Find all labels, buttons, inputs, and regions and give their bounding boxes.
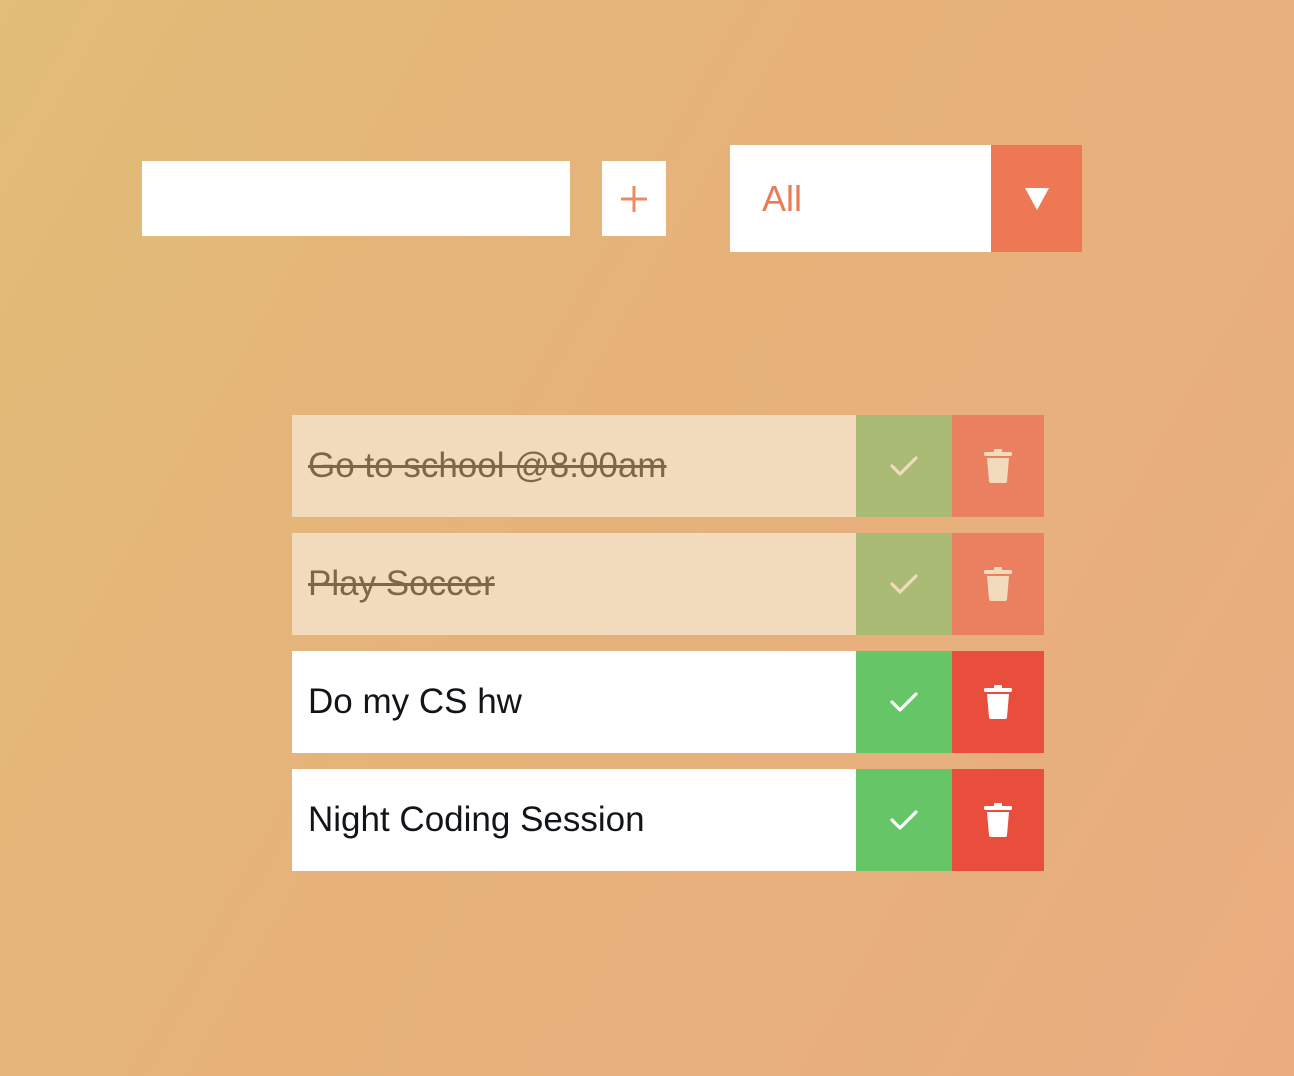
check-icon (890, 574, 918, 594)
todo-item: Play Soccer (292, 533, 1044, 635)
trash-icon (984, 803, 1012, 837)
complete-button[interactable] (856, 769, 952, 871)
delete-button[interactable] (952, 415, 1044, 517)
complete-button[interactable] (856, 651, 952, 753)
plus-icon (621, 185, 647, 212)
filter-selected-value: All (730, 145, 991, 252)
todo-item: Do my CS hw (292, 651, 1044, 753)
filter-select[interactable]: All (730, 145, 1082, 252)
todo-text: Go to school @8:00am (292, 415, 856, 517)
todo-text: Night Coding Session (292, 769, 856, 871)
todo-input[interactable] (142, 161, 570, 236)
check-icon (890, 692, 918, 712)
complete-button[interactable] (856, 415, 952, 517)
todo-item: Night Coding Session (292, 769, 1044, 871)
trash-icon (984, 685, 1012, 719)
trash-icon (984, 567, 1012, 601)
delete-button[interactable] (952, 769, 1044, 871)
filter-dropdown-button[interactable] (991, 145, 1082, 252)
todo-text: Do my CS hw (292, 651, 856, 753)
check-icon (890, 456, 918, 476)
todo-item: Go to school @8:00am (292, 415, 1044, 517)
check-icon (890, 810, 918, 830)
todo-list: Go to school @8:00am Play Soccer Do my C… (292, 415, 1044, 887)
delete-button[interactable] (952, 651, 1044, 753)
delete-button[interactable] (952, 533, 1044, 635)
add-todo-button[interactable] (602, 161, 666, 236)
trash-icon (984, 449, 1012, 483)
complete-button[interactable] (856, 533, 952, 635)
triangle-down-icon (1024, 187, 1049, 210)
todo-text: Play Soccer (292, 533, 856, 635)
